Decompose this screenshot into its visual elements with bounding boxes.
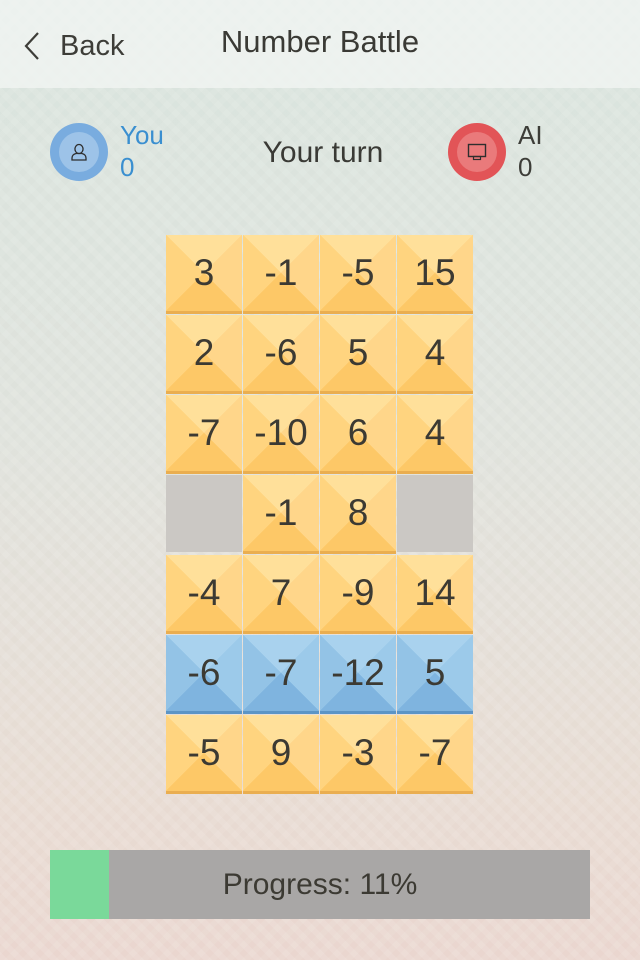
empty-cell xyxy=(166,475,242,552)
tile-value: -1 xyxy=(264,251,298,293)
player-you-score: 0 xyxy=(120,152,135,182)
number-tile[interactable]: -10 xyxy=(243,395,319,474)
number-tile[interactable]: 8 xyxy=(320,475,396,554)
tile-value: -7 xyxy=(187,411,221,453)
tile-value: 6 xyxy=(347,411,369,453)
number-tile[interactable]: 4 xyxy=(397,395,473,474)
empty-cell xyxy=(397,475,473,552)
tile-value: -5 xyxy=(341,251,375,293)
number-tile[interactable]: 7 xyxy=(243,555,319,634)
person-icon xyxy=(71,143,87,161)
turn-indicator: Your turn xyxy=(262,136,384,169)
number-tile[interactable]: 5 xyxy=(397,635,473,714)
number-tile[interactable]: -5 xyxy=(166,715,242,794)
game-board: 3 -1 -5 15 2 -6 5 4 -7 -10 6 4 -1 8 -4 7 -9 14 -6 -7 -12 5 -5 9… xyxy=(166,235,474,795)
tile-value: 15 xyxy=(414,251,456,293)
number-tile[interactable]: -4 xyxy=(166,555,242,634)
number-tile[interactable]: 2 xyxy=(166,315,242,394)
number-tile[interactable]: -6 xyxy=(166,635,242,714)
tile-value: 5 xyxy=(347,331,369,373)
player-you-name: You xyxy=(120,120,164,150)
tile-value: -6 xyxy=(264,331,298,373)
tile-value: 4 xyxy=(424,411,446,453)
tile-value: -5 xyxy=(187,731,221,773)
number-tile[interactable]: 4 xyxy=(397,315,473,394)
tile-value: 4 xyxy=(424,331,446,373)
tile-value: -12 xyxy=(331,651,385,693)
nav-bar: Back Number Battle xyxy=(0,0,640,88)
tile-value: -4 xyxy=(187,571,221,613)
number-tile[interactable]: 15 xyxy=(397,235,473,314)
player-ai-name: AI xyxy=(518,120,543,150)
page-title: Number Battle xyxy=(220,24,420,59)
monitor-icon xyxy=(467,143,487,161)
tile-value: -6 xyxy=(187,651,221,693)
number-tile[interactable]: 3 xyxy=(166,235,242,314)
number-tile[interactable]: -3 xyxy=(320,715,396,794)
tile-value: 14 xyxy=(414,571,456,613)
number-tile[interactable]: -7 xyxy=(166,395,242,474)
tile-value: 8 xyxy=(347,491,369,533)
number-tile[interactable]: -1 xyxy=(243,235,319,314)
tile-value: 3 xyxy=(193,251,215,293)
number-tile[interactable]: -7 xyxy=(243,635,319,714)
tile-value: -3 xyxy=(341,731,375,773)
player-you-avatar xyxy=(50,123,108,181)
number-tile[interactable]: 14 xyxy=(397,555,473,634)
tile-value: -9 xyxy=(341,571,375,613)
progress-bar: Progress: 11% xyxy=(50,850,590,919)
number-tile[interactable]: -1 xyxy=(243,475,319,554)
tile-value: 2 xyxy=(193,331,215,373)
progress-label: Progress: 11% xyxy=(222,867,418,901)
tile-value: -10 xyxy=(254,411,308,453)
tile-value: -7 xyxy=(418,731,452,773)
tile-value: 9 xyxy=(270,731,292,773)
tile-value: 5 xyxy=(424,651,446,693)
number-tile[interactable]: 6 xyxy=(320,395,396,474)
number-tile[interactable]: -5 xyxy=(320,235,396,314)
tile-value: -1 xyxy=(264,491,298,533)
number-tile[interactable]: -7 xyxy=(397,715,473,794)
tile-value: 7 xyxy=(270,571,292,613)
number-tile[interactable]: 9 xyxy=(243,715,319,794)
number-tile[interactable]: -6 xyxy=(243,315,319,394)
number-tile[interactable]: -9 xyxy=(320,555,396,634)
player-ai-avatar xyxy=(448,123,506,181)
number-tile[interactable]: -12 xyxy=(320,635,396,714)
player-ai-score: 0 xyxy=(518,152,533,182)
tile-value: -7 xyxy=(264,651,298,693)
number-tile[interactable]: 5 xyxy=(320,315,396,394)
